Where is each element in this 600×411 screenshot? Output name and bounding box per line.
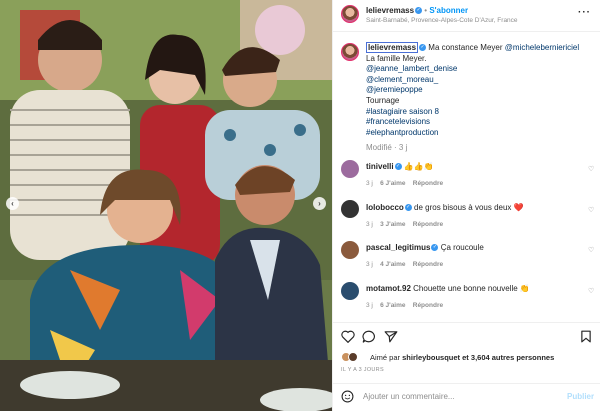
comment-reply-button[interactable]: Répondre: [413, 221, 443, 228]
heart-icon[interactable]: ♡: [588, 246, 594, 254]
chevron-right-icon: ›: [318, 199, 321, 208]
caption-text: Ma constance Meyer: [428, 43, 503, 52]
heart-icon[interactable]: ♡: [588, 165, 594, 173]
liked-by-prefix: Aimé par: [370, 353, 401, 362]
heart-icon[interactable]: [341, 330, 355, 343]
caption-mention[interactable]: @jeanne_lambert_denise: [366, 64, 592, 75]
comment-text: 👍👍👏: [403, 162, 434, 171]
verified-badge-icon: ✓: [419, 44, 427, 52]
comment-reply-button[interactable]: Répondre: [413, 302, 443, 309]
comment-likes[interactable]: 6 J'aime: [380, 302, 405, 309]
bookmark-icon[interactable]: [580, 330, 592, 343]
heart-icon[interactable]: ♡: [588, 206, 594, 214]
comment-likes[interactable]: 4 J'aime: [380, 261, 405, 268]
liked-by-avatars: [341, 352, 363, 362]
comment-text: de gros bisous à vous deux ❤️: [414, 203, 524, 212]
comment-item: lolobocco ✓ de gros bisous à vous deux ❤️: [366, 203, 524, 212]
comment-meta: 3 j 6 J'aime Répondre: [366, 302, 443, 309]
group-photo-illustration: [0, 0, 332, 411]
liked-by-user[interactable]: shirleybousquet: [402, 353, 460, 362]
caption-author-avatar[interactable]: [341, 43, 359, 61]
next-photo-button[interactable]: ›: [313, 197, 326, 210]
verified-badge-icon: ✓: [404, 204, 412, 212]
verified-badge-icon: ✓: [394, 163, 402, 171]
comment-likes[interactable]: 6 J'aime: [380, 180, 405, 187]
comment-item: tinivelli ✓ 👍👍👏: [366, 162, 434, 171]
comment-age: 3 j: [366, 221, 373, 228]
heart-icon[interactable]: ♡: [588, 287, 594, 295]
caption-line: La famille Meyer.: [366, 53, 427, 63]
liked-by-suffix[interactable]: et 3,604 autres personnes: [462, 353, 554, 362]
caption-hashtag[interactable]: #francetelevisions: [366, 117, 592, 128]
comment-input[interactable]: Ajouter un commentaire...: [363, 392, 455, 401]
comment-reply-button[interactable]: Répondre: [413, 261, 443, 268]
caption-mention[interactable]: @micheleberniericiel: [505, 43, 579, 52]
comment-likes[interactable]: 3 J'aime: [380, 221, 405, 228]
verified-badge-icon: ✓: [415, 7, 423, 15]
comment-avatar[interactable]: [341, 282, 359, 300]
comment-username[interactable]: motamot.92: [366, 284, 411, 293]
post-timestamp[interactable]: IL Y A 3 JOURS: [341, 367, 384, 373]
comment-age: 3 j: [366, 302, 373, 309]
comment-meta: 3 j 4 J'aime Répondre: [366, 261, 443, 268]
more-horizontal-icon[interactable]: ···: [578, 7, 591, 18]
post-caption: lelievremass ✓ Ma constance Meyer @michel…: [366, 42, 592, 154]
previous-photo-button[interactable]: ‹: [6, 197, 19, 210]
comment-age: 3 j: [366, 180, 373, 187]
follow-button[interactable]: S'abonner: [429, 6, 468, 15]
author-username[interactable]: lelievremass: [366, 6, 414, 15]
comment-meta: 3 j 3 J'aime Répondre: [366, 221, 443, 228]
caption-hashtag[interactable]: #elephantproduction: [366, 128, 592, 139]
comment-avatar[interactable]: [341, 200, 359, 218]
smiley-icon[interactable]: [341, 390, 354, 403]
header-author-line: lelievremass ✓ • S'abonner: [366, 6, 469, 15]
caption-hashtag[interactable]: #lastagiaire saison 8: [366, 107, 592, 118]
caption-line: Tournage: [366, 95, 400, 105]
share-icon[interactable]: [384, 330, 398, 343]
comment-meta: 3 j 6 J'aime Répondre: [366, 180, 443, 187]
post-photo[interactable]: ‹ ›: [0, 0, 332, 411]
comment-username[interactable]: pascal_legitimus: [366, 243, 430, 252]
comment-text: Chouette une bonne nouvelle 👏: [413, 284, 530, 293]
caption-username[interactable]: lelievremass: [366, 42, 419, 53]
post-location[interactable]: Saint-Barnabé, Provence-Alpes-Cote D'Azu…: [366, 17, 518, 24]
caption-mention[interactable]: @clement_moreau_: [366, 75, 592, 86]
comment-username[interactable]: tinivelli: [366, 162, 394, 171]
liked-by-line: Aimé par shirleybousquet et 3,604 autres…: [370, 353, 554, 362]
caption-mention[interactable]: @jeremiepoppe: [366, 85, 592, 96]
comment-avatar[interactable]: [341, 241, 359, 259]
comment-item: pascal_legitimus ✓ Ça roucoule: [366, 243, 484, 252]
comment-icon[interactable]: [362, 330, 376, 343]
post-header: [333, 0, 600, 32]
comment-text: Ça roucoule: [440, 243, 484, 252]
comment-reply-button[interactable]: Répondre: [413, 180, 443, 187]
verified-badge-icon: ✓: [431, 244, 439, 252]
comment-age: 3 j: [366, 261, 373, 268]
caption-modified: Modifié · 3 j: [366, 143, 408, 153]
chevron-left-icon: ‹: [11, 199, 14, 208]
comment-username[interactable]: lolobocco: [366, 203, 404, 212]
comment-item: motamot.92 Chouette une bonne nouvelle 👏: [366, 284, 530, 293]
comment-avatar[interactable]: [341, 160, 359, 178]
publish-button[interactable]: Publier: [567, 392, 594, 401]
author-avatar[interactable]: [341, 5, 359, 23]
